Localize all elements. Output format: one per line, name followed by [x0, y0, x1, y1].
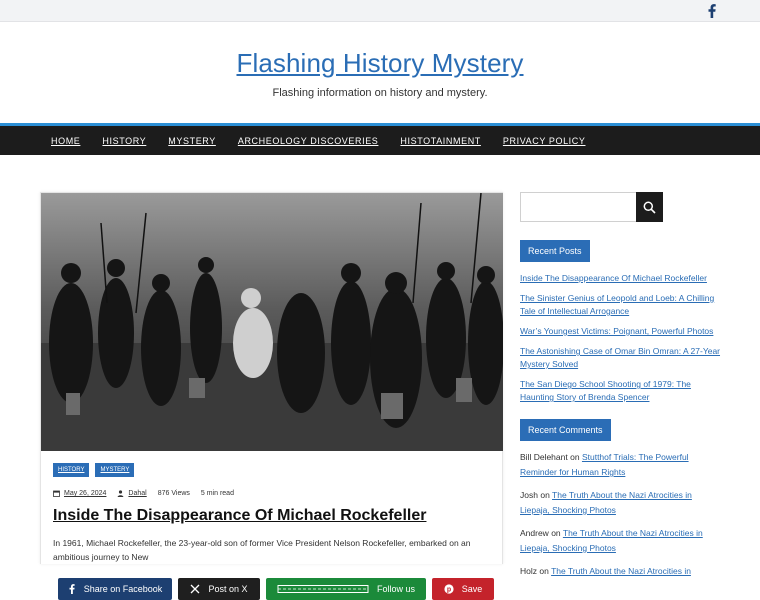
sidebar: Recent Posts Inside The Disappearance Of… [520, 192, 720, 587]
recent-post-link[interactable]: Inside The Disappearance Of Michael Rock… [520, 272, 720, 285]
comment-post-link[interactable]: The Truth About the Nazi Atrocities in [551, 566, 691, 576]
search-form [520, 192, 720, 222]
comment-on: on [539, 566, 549, 576]
post-on-x-label: Post on X [208, 584, 248, 594]
recent-comment: Holz on The Truth About the Nazi Atrocit… [520, 564, 720, 579]
post-title[interactable]: Inside The Disappearance Of Michael Rock… [53, 507, 490, 525]
post-tags: HISTORY MYSTERY [53, 463, 490, 477]
user-icon [118, 490, 124, 497]
post-views: 876 Views [157, 490, 190, 497]
follow-us-label: Follow us [376, 584, 415, 594]
post-on-x-button[interactable]: Post on X [178, 578, 260, 600]
search-input[interactable] [520, 192, 636, 222]
comment-author: Andrew [520, 528, 549, 538]
share-bar: Share on Facebook Post on X Follow us p … [58, 578, 494, 600]
nav-item-privacy-policy[interactable]: PRIVACY POLICY [503, 136, 586, 146]
post-date[interactable]: May 26, 2024 [64, 490, 106, 497]
search-button[interactable] [636, 192, 663, 222]
facebook-icon [69, 584, 75, 594]
save-label: Save [461, 584, 483, 594]
recent-comments-list: Bill Delehant on Stutthof Trials: The Po… [520, 450, 720, 579]
recent-post-link[interactable]: The Sinister Genius of Leopold and Loeb:… [520, 292, 720, 318]
post-meta: May 26, 2024 Dahal 876 Views 5 min read [53, 490, 490, 497]
site-header: Flashing History Mystery Flashing inform… [0, 22, 760, 126]
post-card: HISTORY MYSTERY May 26, 2024 Dahal 876 V… [40, 192, 503, 564]
comment-on: on [570, 452, 580, 462]
recent-posts-list: Inside The Disappearance Of Michael Rock… [520, 272, 720, 404]
calendar-icon [53, 490, 60, 497]
comment-author: Holz [520, 566, 538, 576]
nav-item-home[interactable]: HOME [51, 136, 80, 146]
comment-author: Bill Delehant [520, 452, 568, 462]
post-author[interactable]: Dahal [128, 490, 146, 497]
nav-item-mystery[interactable]: MYSTERY [168, 136, 216, 146]
nav-item-history[interactable]: HISTORY [102, 136, 146, 146]
pinterest-icon: p [444, 584, 454, 594]
recent-post-link[interactable]: War’s Youngest Victims: Poignant, Powerf… [520, 325, 720, 338]
search-icon [643, 201, 656, 214]
svg-text:p: p [447, 587, 451, 594]
main-content: HISTORY MYSTERY May 26, 2024 Dahal 876 V… [40, 192, 503, 564]
share-facebook-label: Share on Facebook [83, 584, 163, 594]
recent-comment: Josh on The Truth About the Nazi Atrocit… [520, 488, 720, 518]
follow-us-button[interactable]: Follow us [266, 578, 426, 600]
site-title[interactable]: Flashing History Mystery [236, 48, 523, 79]
tag-mystery[interactable]: MYSTERY [95, 463, 135, 477]
nav-item-histotainment[interactable]: HISTOTAINMENT [400, 136, 480, 146]
comment-author: Josh [520, 490, 538, 500]
recent-post-link[interactable]: The San Diego School Shooting of 1979: T… [520, 378, 720, 404]
site-description: Flashing information on history and myst… [272, 87, 488, 99]
recent-comment: Bill Delehant on Stutthof Trials: The Po… [520, 450, 720, 480]
comment-on: on [540, 490, 550, 500]
save-button[interactable]: p Save [432, 578, 494, 600]
recent-posts-title: Recent Posts [520, 240, 590, 262]
comment-on: on [551, 528, 561, 538]
nav-item-archeology-discoveries[interactable]: ARCHEOLOGY DISCOVERIES [238, 136, 379, 146]
recent-comment: Andrew on The Truth About the Nazi Atroc… [520, 526, 720, 556]
recent-comments-title: Recent Comments [520, 419, 611, 441]
post-body: HISTORY MYSTERY May 26, 2024 Dahal 876 V… [41, 451, 502, 564]
facebook-icon[interactable] [704, 3, 720, 19]
main-nav: HOME HISTORY MYSTERY ARCHEOLOGY DISCOVER… [0, 126, 760, 155]
recent-post-link[interactable]: The Astonishing Case of Omar Bin Omran: … [520, 345, 720, 371]
top-bar [0, 0, 760, 22]
share-facebook-button[interactable]: Share on Facebook [58, 578, 172, 600]
follow-logo-icon [277, 585, 369, 593]
tag-history[interactable]: HISTORY [53, 463, 90, 477]
post-excerpt: In 1961, Michael Rockefeller, the 23-yea… [53, 538, 471, 562]
x-logo-icon [191, 584, 200, 594]
post-featured-image[interactable] [41, 193, 503, 451]
post-read-time: 5 min read [200, 490, 234, 497]
